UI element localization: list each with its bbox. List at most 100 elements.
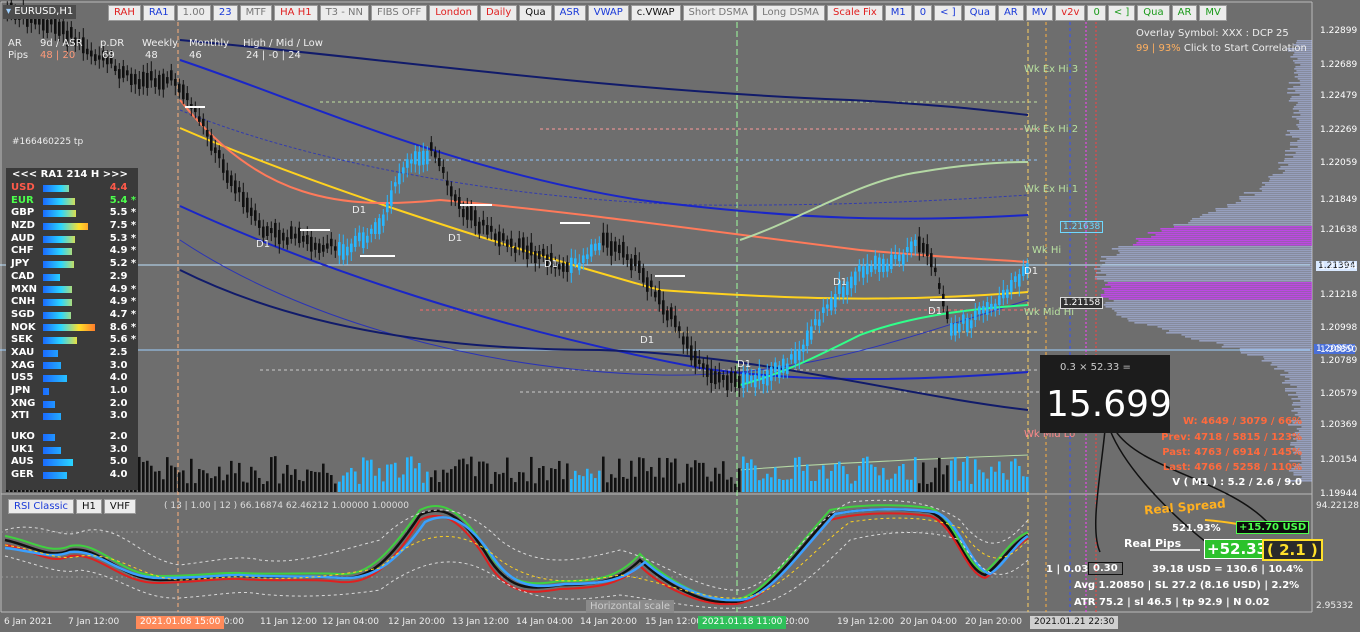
strength-value: 3.0 [109, 443, 128, 455]
toolbar-button[interactable]: Qua [1137, 5, 1170, 21]
volume-bar [914, 457, 917, 492]
strength-row: XNG 2.0 [6, 398, 138, 411]
strength-value: 5.4 * [109, 194, 137, 206]
strength-row: SEK 5.6 * [6, 334, 138, 347]
toolbar-button[interactable]: Daily [479, 5, 518, 21]
profile-bar [1299, 120, 1312, 122]
profile-bar [1160, 228, 1312, 230]
strength-panel-header[interactable]: <<< RA1 214 H >>> [6, 168, 138, 182]
price-tick: 1.21849 [1320, 195, 1358, 205]
price-tick: 1.22689 [1320, 60, 1358, 70]
volume-bar [774, 467, 777, 492]
toolbar-button[interactable]: RAH [108, 5, 141, 21]
profile-bar [1118, 250, 1312, 252]
volume-bar [902, 463, 905, 492]
time-tick: 20 Jan 20:00 [965, 617, 1022, 627]
toolbar-button[interactable]: London [429, 5, 478, 21]
volume-bar [570, 479, 573, 492]
strength-bar [43, 324, 100, 332]
profile-bar [1215, 210, 1312, 212]
volume-bar [602, 456, 605, 492]
rsi-axis-top: 94.22128 [1316, 501, 1359, 511]
price-tick: 1.22269 [1320, 125, 1358, 135]
toolbar-button[interactable]: VWAP [587, 5, 629, 21]
profile-bar [1106, 258, 1312, 260]
toolbar-button[interactable]: Scale Fix [826, 5, 883, 21]
profile-bar [1192, 218, 1312, 220]
profile-bar [1101, 296, 1312, 298]
volume-bar [638, 457, 641, 492]
toolbar-button[interactable]: < ] [1107, 5, 1136, 21]
trade-lot-input[interactable]: 0.30 [1088, 562, 1123, 575]
toolbar-button[interactable]: AR [997, 5, 1024, 21]
toolbar-button[interactable]: MV [1199, 5, 1227, 21]
strength-value: 5.2 * [109, 258, 137, 270]
strength-row: EUR 5.4 * [6, 195, 138, 208]
toolbar-button[interactable]: HA H1 [274, 5, 318, 21]
volume-bar [1002, 473, 1005, 492]
profile-bar [1227, 204, 1312, 206]
volume-bar [414, 468, 417, 492]
toolbar-button[interactable]: FIBS OFF [370, 5, 428, 21]
rsi-vhf-button[interactable]: VHF [103, 499, 137, 514]
rsi-classic-button[interactable]: RSI Classic [8, 499, 75, 514]
toolbar-button[interactable]: 23 [212, 5, 238, 21]
toolbar-button[interactable]: 0 [913, 5, 933, 21]
strength-bar [43, 286, 100, 294]
volume-bar [430, 477, 433, 492]
profile-bar [1151, 236, 1312, 238]
indicator-toolbar: RAH RA1 1.00 23 MTF HA H1 T3 - NN FIBS OFF Londo… [108, 5, 1227, 21]
toolbar-button[interactable]: MV [1025, 5, 1054, 21]
horizontal-scale-tooltip: Horizontal scale [586, 600, 675, 613]
chart-window-icon: ▾ [6, 6, 12, 17]
strength-symbol: XAU [11, 346, 35, 358]
volume-bar [350, 467, 353, 492]
toolbar-button[interactable]: MTF [239, 5, 273, 21]
toolbar-button[interactable]: 0 [1087, 5, 1106, 21]
currency-strength-panel: <<< RA1 214 H >>> USD 4.4 EUR 5.4 * GBP 5.5 *… [6, 168, 138, 490]
volume-bar [834, 463, 837, 492]
volume-bar [282, 473, 285, 492]
time-tick: 20 Jan 04:00 [900, 617, 957, 627]
profile-bar [1291, 96, 1312, 98]
strength-value: 5.3 * [109, 232, 137, 244]
profile-bar [1264, 358, 1312, 360]
toolbar-button[interactable]: ASR [553, 5, 586, 21]
rsi-timeframe-button[interactable]: H1 [76, 499, 102, 514]
d1-label: D1 [448, 233, 463, 244]
toolbar-button[interactable]: c.VWAP [630, 5, 681, 21]
profile-bar [1298, 110, 1312, 112]
toolbar-button[interactable]: Qua [519, 5, 552, 21]
volume-bar [418, 462, 421, 492]
volume-bar [394, 462, 397, 492]
toolbar-button[interactable]: RA1 [142, 5, 175, 21]
volume-bar [478, 461, 481, 492]
toolbar-button[interactable]: M1 [884, 5, 912, 21]
strength-bar [43, 260, 100, 268]
volume-bar [974, 459, 977, 492]
profile-bar [1119, 252, 1312, 254]
toolbar-button[interactable]: AR [1171, 5, 1198, 21]
volume-bar [262, 483, 265, 492]
toolbar-button[interactable]: Short DSMA [682, 5, 755, 21]
toolbar-button[interactable]: Long DSMA [756, 5, 825, 21]
toolbar-button[interactable]: T3 - NN [319, 5, 369, 21]
toolbar-button[interactable]: 1.00 [176, 5, 211, 21]
volume-bar [542, 466, 545, 492]
strength-value: 4.0 [109, 469, 128, 481]
volume-bar [530, 456, 533, 492]
volume-bar [882, 467, 885, 492]
strength-symbol: AUD [11, 232, 35, 244]
toolbar-button[interactable]: Qua [963, 5, 996, 21]
volume-bar [626, 478, 629, 492]
toolbar-button[interactable]: v2v [1055, 5, 1086, 21]
strength-value: 4.0 [109, 372, 128, 384]
profile-bar [1289, 378, 1312, 380]
profile-bar [1103, 304, 1312, 306]
profile-bar [1181, 334, 1312, 336]
strength-bar [43, 471, 100, 479]
toolbar-button[interactable]: < ] [934, 5, 962, 21]
profile-bar [1216, 342, 1312, 344]
profile-bar [1293, 106, 1312, 108]
correlation-link[interactable]: 99 | 93% Click to Start Correlation [1136, 43, 1307, 54]
